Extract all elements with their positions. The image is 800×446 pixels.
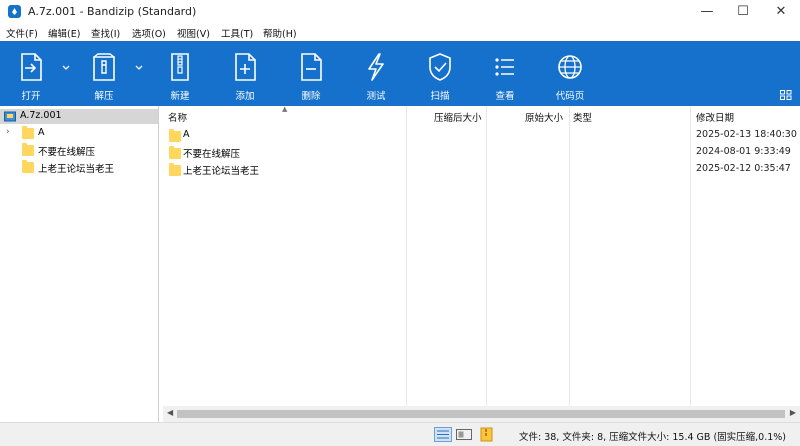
delete-button[interactable]: 删除	[288, 41, 334, 106]
file-row[interactable]: 上老王论坛当老王 2025-02-12 0:35:47	[163, 161, 800, 178]
folder-icon	[169, 129, 181, 142]
globe-icon	[558, 55, 582, 79]
extract-dropdown-icon[interactable]	[134, 63, 144, 73]
details-view-icon[interactable]	[434, 427, 452, 442]
new-label: 新建	[170, 91, 190, 102]
file-list: ▲ 名称 压缩后大小 原始大小 类型 修改日期 A 2025-02-13 18:…	[163, 105, 800, 406]
folder-icon	[22, 126, 34, 139]
add-button[interactable]: 添加	[222, 41, 268, 106]
status-summary: 文件: 38, 文件夹: 8, 压缩文件大小: 15.4 GB (固实压缩,0.…	[519, 432, 787, 443]
extract-label: 解压	[94, 91, 114, 102]
menu-edit[interactable]: 编辑(E)	[48, 26, 80, 40]
open-icon	[21, 53, 42, 81]
bandizip-app-icon	[8, 5, 21, 18]
column-header-type[interactable]: 类型	[573, 106, 592, 124]
file-modified-date: 2025-02-13 18:40:30	[696, 129, 797, 140]
view-button[interactable]: 查看	[482, 41, 528, 106]
toolbar: 打开 解压 新建 添加 删除 测试 扫描 查看 代码页	[0, 41, 800, 106]
sort-ascending-icon: ▲	[282, 105, 288, 113]
file-modified-date: 2025-02-12 0:35:47	[696, 163, 791, 174]
scan-label: 扫描	[430, 91, 450, 102]
tree-item-label: A	[38, 127, 45, 138]
scrollbar-thumb[interactable]	[177, 410, 785, 418]
close-button[interactable]: ✕	[764, 0, 798, 24]
column-header-original-size[interactable]: 原始大小	[525, 106, 563, 124]
codepage-label: 代码页	[555, 91, 585, 102]
thumbnail-view-icon[interactable]	[455, 427, 473, 442]
shield-icon	[429, 53, 451, 81]
scroll-right-icon[interactable]: ▶	[790, 408, 796, 417]
menu-file[interactable]: 文件(F)	[6, 26, 38, 40]
file-row[interactable]: 不要在线解压 2024-08-01 9:33:49	[163, 144, 800, 161]
title-bar: A.7z.001 - Bandizip (Standard) — ☐ ✕	[0, 0, 800, 24]
file-name: A	[183, 129, 190, 140]
folder-icon	[169, 146, 181, 159]
tree-item-a[interactable]: › A	[0, 126, 158, 142]
archive-status-icon	[480, 427, 493, 442]
scroll-left-icon[interactable]: ◀	[167, 408, 173, 417]
menu-view[interactable]: 视图(V)	[177, 26, 210, 40]
add-label: 添加	[235, 91, 255, 102]
archive-icon	[4, 111, 16, 122]
tree-item-dont-extract-online[interactable]: 不要在线解压	[0, 143, 158, 159]
file-name: 不要在线解压	[183, 149, 241, 160]
tree-root-archive[interactable]: A.7z.001	[0, 109, 158, 124]
extract-button[interactable]: 解压	[81, 41, 127, 106]
window-title: A.7z.001 - Bandizip (Standard)	[28, 5, 197, 18]
layout-toggle-icon[interactable]	[780, 90, 792, 100]
test-button[interactable]: 测试	[353, 41, 399, 106]
new-archive-icon	[171, 53, 189, 81]
menu-options[interactable]: 选项(O)	[132, 26, 166, 40]
extract-icon	[93, 53, 115, 81]
list-view-icon	[495, 58, 514, 76]
folder-icon	[22, 160, 34, 173]
tree-item-label: 不要在线解压	[38, 147, 96, 158]
column-header-name[interactable]: 名称	[168, 106, 187, 124]
add-file-icon	[235, 53, 256, 81]
file-name: 上老王论坛当老王	[183, 166, 260, 177]
menu-tools[interactable]: 工具(T)	[221, 26, 253, 40]
new-archive-button[interactable]: 新建	[157, 41, 203, 106]
test-label: 测试	[366, 91, 386, 102]
folder-icon	[22, 143, 34, 156]
view-label: 查看	[495, 91, 515, 102]
scan-button[interactable]: 扫描	[417, 41, 463, 106]
maximize-button[interactable]: ☐	[726, 0, 760, 24]
open-label: 打开	[21, 91, 41, 102]
horizontal-scrollbar[interactable]: ◀ ▶	[163, 406, 800, 422]
folder-tree: A.7z.001 › A 不要在线解压 上老王论坛当老王	[0, 106, 159, 422]
lightning-icon	[368, 53, 384, 81]
file-row[interactable]: A 2025-02-13 18:40:30	[163, 127, 800, 144]
menu-help[interactable]: 帮助(H)	[263, 26, 297, 40]
delete-label: 删除	[301, 91, 321, 102]
column-header-modified[interactable]: 修改日期	[696, 106, 734, 124]
menu-find[interactable]: 查找(I)	[91, 26, 120, 40]
open-dropdown-icon[interactable]	[61, 63, 71, 73]
tree-root-label: A.7z.001	[20, 110, 62, 121]
open-button[interactable]: 打开	[8, 41, 54, 106]
column-header-compressed-size[interactable]: 压缩后大小	[434, 106, 482, 124]
tree-item-laowang-forum[interactable]: 上老王论坛当老王	[0, 160, 158, 176]
status-bar: 文件: 38, 文件夹: 8, 压缩文件大小: 15.4 GB (固实压缩,0.…	[0, 422, 800, 446]
tree-item-label: 上老王论坛当老王	[38, 164, 115, 175]
codepage-button[interactable]: 代码页	[547, 41, 593, 106]
delete-file-icon	[301, 53, 322, 81]
folder-icon	[169, 163, 181, 176]
file-modified-date: 2024-08-01 9:33:49	[696, 146, 791, 157]
minimize-button[interactable]: —	[690, 0, 724, 24]
expand-chevron-icon[interactable]: ›	[6, 127, 10, 137]
menu-bar: 文件(F) 编辑(E) 查找(I) 选项(O) 视图(V) 工具(T) 帮助(H…	[0, 24, 800, 41]
